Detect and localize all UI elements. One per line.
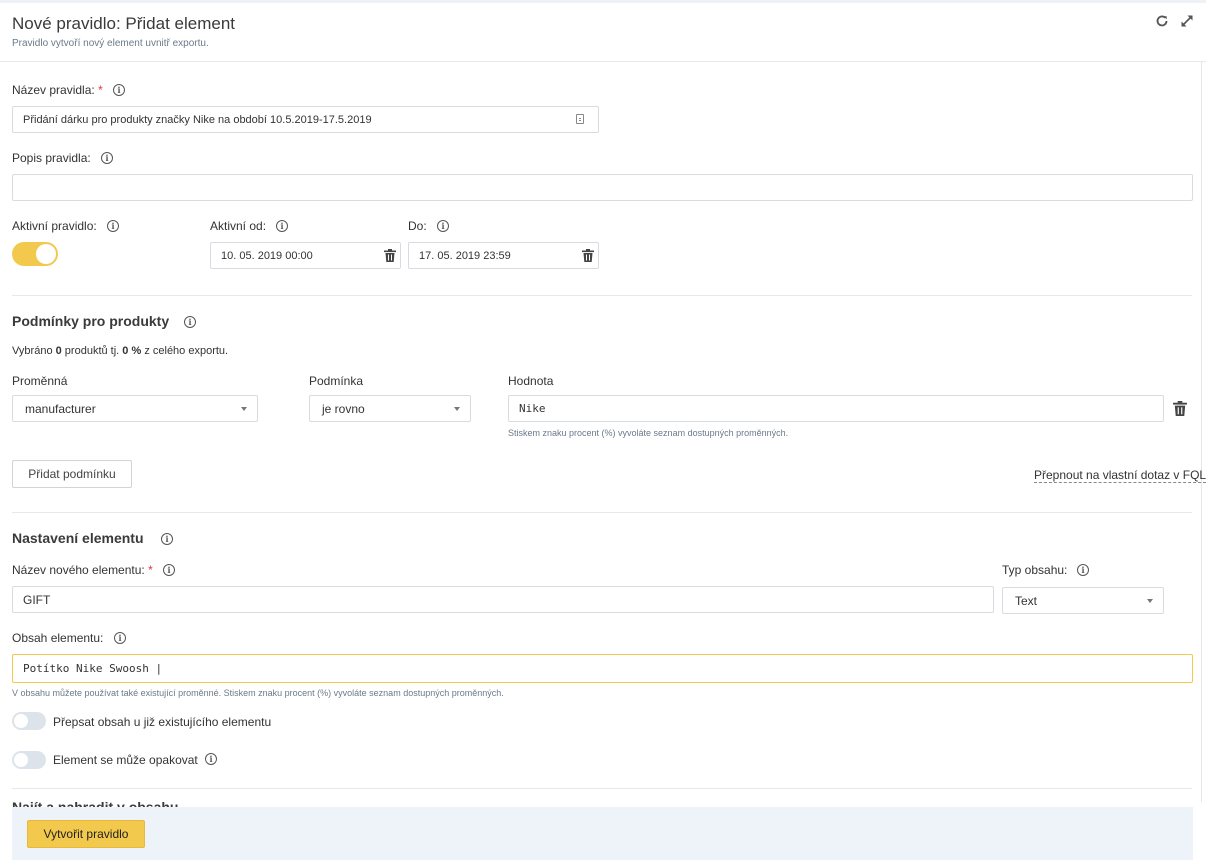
element-name-label: Název nového elementu: * bbox=[12, 563, 153, 577]
delete-condition-icon[interactable] bbox=[1173, 401, 1187, 416]
create-rule-button[interactable]: Vytvořit pravidlo bbox=[27, 820, 145, 848]
info-icon[interactable]: i bbox=[276, 220, 288, 232]
fql-switch-link[interactable]: Přepnout na vlastní dotaz v FQL bbox=[1034, 468, 1206, 483]
value-input[interactable]: Nike bbox=[508, 395, 1164, 422]
info-icon[interactable]: i bbox=[1077, 564, 1089, 576]
refresh-icon[interactable] bbox=[1153, 14, 1171, 33]
overwrite-toggle[interactable] bbox=[12, 712, 46, 730]
active-from-label: Aktivní od: bbox=[210, 219, 267, 233]
chevron-down-icon bbox=[1147, 598, 1153, 603]
chevron-down-icon bbox=[454, 406, 460, 411]
value-hint: Stiskem znaku procent (%) vyvoláte sezna… bbox=[508, 428, 789, 438]
page-subtitle: Pravidlo vytvoří nový element uvnitř exp… bbox=[12, 38, 209, 49]
column-variable-header: Proměnná bbox=[12, 374, 68, 388]
active-from-input[interactable]: 10. 05. 2019 00:00 bbox=[210, 242, 401, 269]
repeat-toggle[interactable] bbox=[12, 751, 46, 769]
header-divider bbox=[0, 61, 1206, 62]
info-icon[interactable]: i bbox=[114, 632, 126, 644]
column-value-header: Hodnota bbox=[508, 374, 554, 388]
active-to-label: Do: bbox=[408, 219, 427, 233]
toggle-knob bbox=[36, 244, 56, 264]
rule-name-value: Přidání dárku pro produkty značky Nike n… bbox=[23, 113, 372, 126]
top-border bbox=[0, 0, 1206, 3]
rule-name-input[interactable]: Přidání dárku pro produkty značky Nike n… bbox=[12, 106, 599, 133]
active-to-input[interactable]: 17. 05. 2019 23:59 bbox=[408, 242, 599, 269]
info-icon[interactable]: i bbox=[101, 152, 113, 164]
rule-description-input[interactable] bbox=[12, 174, 1193, 201]
required-mark: * bbox=[98, 83, 103, 97]
conditions-summary: Vybráno 0 produktů tj. 0 % z celého expo… bbox=[12, 345, 229, 357]
footer-bar: Vytvořit pravidlo bbox=[12, 807, 1193, 860]
info-icon[interactable]: i bbox=[205, 753, 217, 765]
conditions-title: Podmínky pro produkty bbox=[12, 313, 170, 329]
element-name-input[interactable]: GIFT bbox=[12, 586, 994, 613]
section-divider bbox=[12, 512, 1192, 513]
info-icon[interactable]: i bbox=[437, 220, 449, 232]
info-icon[interactable]: i bbox=[161, 533, 173, 545]
find-replace-title: Najít a nahradit v obsahu bbox=[12, 799, 179, 807]
trash-icon[interactable] bbox=[384, 249, 396, 262]
expand-icon[interactable] bbox=[1178, 14, 1196, 33]
trash-icon[interactable] bbox=[582, 249, 594, 262]
overwrite-label: Přepsat obsah u již existujícího element… bbox=[53, 715, 272, 729]
scrollbar-track[interactable] bbox=[1201, 62, 1202, 802]
column-condition-header: Podmínka bbox=[309, 374, 364, 388]
section-divider bbox=[12, 295, 1192, 296]
content-type-select[interactable]: Text bbox=[1002, 587, 1164, 614]
page-title: Nové pravidlo: Přidat element bbox=[12, 14, 236, 33]
info-icon[interactable]: i bbox=[113, 84, 125, 96]
element-content-label: Obsah elementu: bbox=[12, 631, 104, 645]
element-settings-title: Nastavení elementu bbox=[12, 530, 144, 546]
repeat-label: Element se může opakovat bbox=[53, 753, 198, 767]
chevron-down-icon bbox=[241, 406, 247, 411]
section-divider bbox=[12, 788, 1192, 789]
element-content-input[interactable]: Potítko Nike Swoosh | bbox=[12, 654, 1193, 683]
clipboard-icon[interactable] bbox=[576, 114, 584, 124]
condition-select[interactable]: je rovno bbox=[309, 395, 471, 422]
info-icon[interactable]: i bbox=[184, 316, 196, 328]
rule-description-label: Popis pravidla: bbox=[12, 151, 91, 165]
info-icon[interactable]: i bbox=[107, 220, 119, 232]
toggle-knob bbox=[14, 714, 28, 728]
content-type-label: Typ obsahu: bbox=[1002, 563, 1068, 577]
active-rule-label: Aktivní pravidlo: bbox=[12, 219, 97, 233]
active-rule-toggle[interactable] bbox=[12, 242, 58, 266]
info-icon[interactable]: i bbox=[163, 564, 175, 576]
required-mark: * bbox=[148, 563, 153, 577]
content-hint: V obsahu můžete používat také existující… bbox=[12, 688, 504, 698]
toggle-knob bbox=[14, 753, 28, 767]
rule-name-label: Název pravidla: * bbox=[12, 83, 103, 97]
add-condition-button[interactable]: Přidat podmínku bbox=[12, 460, 132, 488]
variable-select[interactable]: manufacturer bbox=[12, 395, 258, 422]
